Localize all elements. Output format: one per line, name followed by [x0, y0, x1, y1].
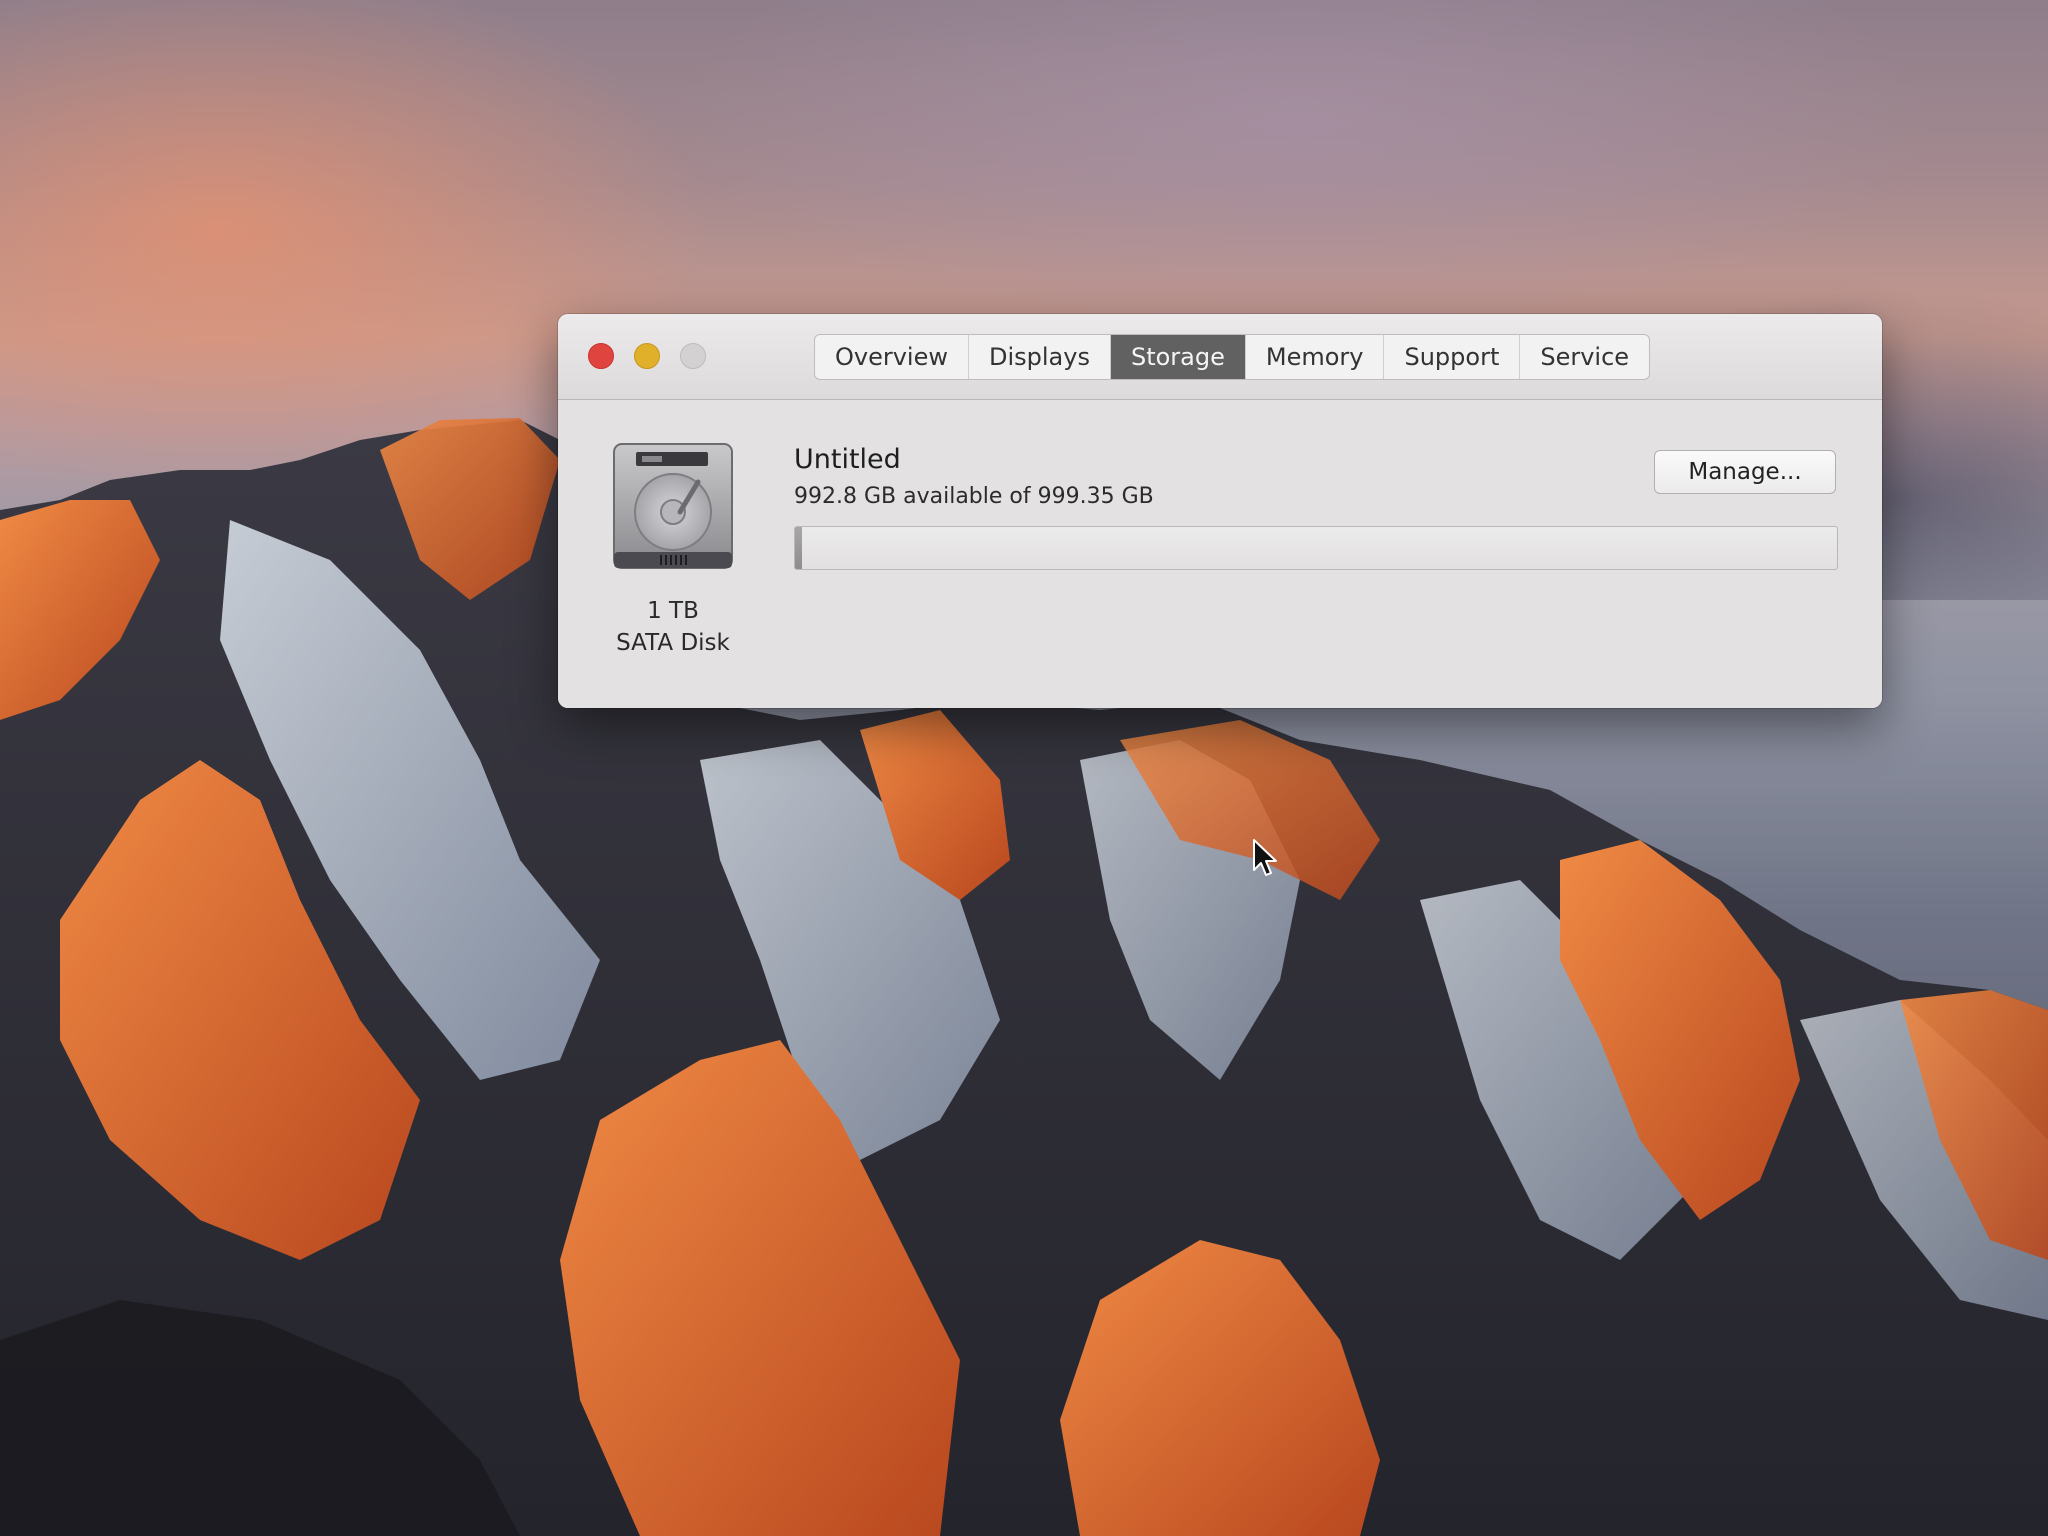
tab-service[interactable]: Service: [1520, 335, 1649, 379]
tab-displays[interactable]: Displays: [969, 335, 1111, 379]
title-bar[interactable]: Overview Displays Storage Memory Support…: [558, 314, 1882, 400]
disk-capacity: 1 TB: [647, 598, 699, 624]
wallpaper-mountains: [0, 418, 2048, 1536]
disk-type: SATA Disk: [616, 630, 730, 656]
tab-storage[interactable]: Storage: [1110, 335, 1246, 379]
tab-support[interactable]: Support: [1384, 335, 1521, 379]
tab-memory[interactable]: Memory: [1246, 335, 1385, 379]
volume-availability: 992.8 GB available of 999.35 GB: [794, 484, 1154, 509]
storage-panel: 1 TB SATA Disk Untitled 992.8 GB availab…: [558, 400, 1882, 708]
close-button[interactable]: [588, 343, 614, 369]
storage-used-segment: [795, 527, 802, 569]
volume-name: Untitled: [794, 444, 901, 475]
hard-drive-icon: [613, 443, 733, 569]
zoom-button[interactable]: [680, 343, 706, 369]
tab-overview[interactable]: Overview: [815, 335, 969, 379]
storage-usage-bar: [794, 526, 1838, 570]
minimize-button[interactable]: [634, 343, 660, 369]
system-information-window: Overview Displays Storage Memory Support…: [558, 314, 1882, 708]
manage-button[interactable]: Manage...: [1654, 450, 1836, 494]
desktop: Overview Displays Storage Memory Support…: [0, 0, 2048, 1536]
tab-bar: Overview Displays Storage Memory Support…: [814, 334, 1651, 380]
mouse-pointer-icon: [1253, 839, 1277, 876]
